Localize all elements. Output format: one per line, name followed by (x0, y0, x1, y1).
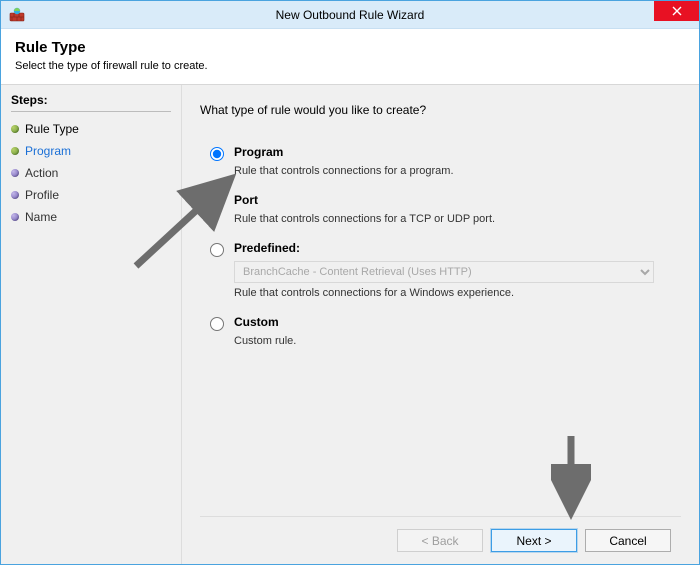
step-label: Name (25, 210, 57, 224)
bullet-icon (11, 169, 19, 177)
radio-predefined-label: Predefined: (234, 241, 300, 255)
main-panel: What type of rule would you like to crea… (181, 85, 699, 564)
radio-port-desc: Rule that controls connections for a TCP… (234, 213, 681, 225)
step-label: Profile (25, 188, 59, 202)
step-action[interactable]: Action (11, 162, 171, 184)
radio-program[interactable]: Program (210, 145, 681, 161)
window-title: New Outbound Rule Wizard (1, 8, 699, 22)
next-button[interactable]: Next > (491, 529, 577, 552)
radio-program-label: Program (234, 145, 283, 159)
step-program[interactable]: Program (11, 140, 171, 162)
step-name[interactable]: Name (11, 206, 171, 228)
firewall-icon (9, 7, 25, 23)
close-button[interactable] (654, 1, 699, 21)
radio-predefined[interactable]: Predefined: (210, 241, 681, 257)
step-profile[interactable]: Profile (11, 184, 171, 206)
page-title: Rule Type (15, 39, 685, 56)
radio-port[interactable]: Port (210, 193, 681, 209)
bullet-icon (11, 147, 19, 155)
cancel-button[interactable]: Cancel (585, 529, 671, 552)
radio-program-desc: Rule that controls connections for a pro… (234, 165, 681, 177)
wizard-header: Rule Type Select the type of firewall ru… (1, 29, 699, 85)
page-subtitle: Select the type of firewall rule to crea… (15, 60, 685, 72)
step-label: Action (25, 166, 58, 180)
close-icon (672, 6, 682, 16)
radio-custom-desc: Custom rule. (234, 335, 681, 347)
predefined-select[interactable]: BranchCache - Content Retrieval (Uses HT… (234, 261, 654, 283)
steps-sidebar: Steps: Rule Type Program Action Profile … (1, 85, 181, 564)
step-label: Program (25, 144, 71, 158)
titlebar: New Outbound Rule Wizard (1, 1, 699, 29)
wizard-content: Steps: Rule Type Program Action Profile … (1, 85, 699, 564)
prompt-text: What type of rule would you like to crea… (200, 103, 681, 117)
back-button[interactable]: < Back (397, 529, 483, 552)
step-rule-type[interactable]: Rule Type (11, 118, 171, 140)
rule-type-radio-group: Program Rule that controls connections f… (200, 145, 681, 363)
step-label: Rule Type (25, 122, 79, 136)
radio-predefined-desc: Rule that controls connections for a Win… (234, 287, 681, 299)
wizard-footer: < Back Next > Cancel (200, 516, 681, 564)
radio-custom-label: Custom (234, 315, 279, 329)
wizard-window: New Outbound Rule Wizard Rule Type Selec… (0, 0, 700, 565)
bullet-icon (11, 125, 19, 133)
bullet-icon (11, 191, 19, 199)
radio-program-input[interactable] (210, 147, 224, 161)
steps-label: Steps: (11, 89, 171, 112)
radio-custom-input[interactable] (210, 317, 224, 331)
radio-port-label: Port (234, 193, 258, 207)
radio-port-input[interactable] (210, 195, 224, 209)
radio-predefined-input[interactable] (210, 243, 224, 257)
bullet-icon (11, 213, 19, 221)
radio-custom[interactable]: Custom (210, 315, 681, 331)
